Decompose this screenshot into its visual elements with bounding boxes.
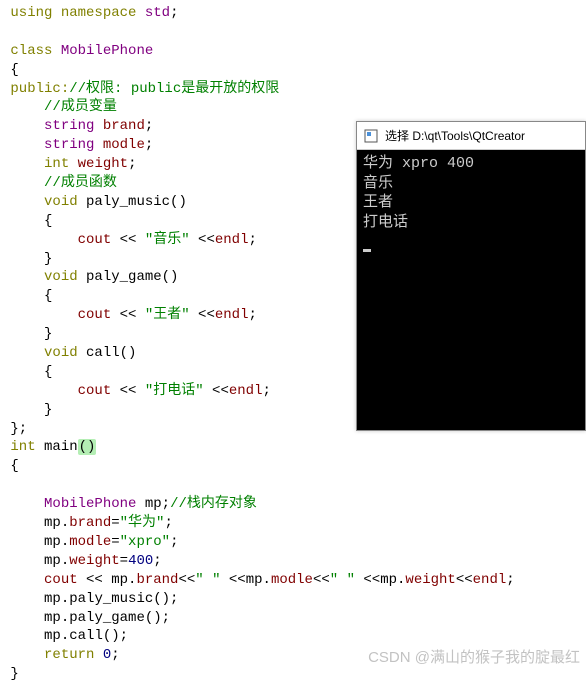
code-line: } xyxy=(2,665,584,684)
code-line: return 0; xyxy=(2,646,584,665)
code-line: mp.brand="华为"; xyxy=(2,514,584,533)
code-line: int main() xyxy=(2,438,584,457)
code-line xyxy=(2,23,584,42)
code-line: mp.weight=400; xyxy=(2,552,584,571)
code-line: { xyxy=(2,457,584,476)
cursor xyxy=(363,249,371,252)
code-line: using namespace std; xyxy=(2,4,584,23)
code-line xyxy=(2,476,584,495)
console-output[interactable]: 华为 xpro 400 音乐 王者 打电话 xyxy=(357,150,585,430)
code-line: class MobilePhone xyxy=(2,42,584,61)
code-line: mp.paly_music(); xyxy=(2,590,584,609)
code-line: mp.call(); xyxy=(2,627,584,646)
code-line: mp.modle="xpro"; xyxy=(2,533,584,552)
titlebar[interactable]: 选择 D:\qt\Tools\QtCreator xyxy=(357,122,585,150)
code-line: public://权限: public是最开放的权限 xyxy=(2,80,584,99)
code-line: { xyxy=(2,61,584,80)
console-title: 选择 D:\qt\Tools\QtCreator xyxy=(385,127,525,144)
code-line: MobilePhone mp;//栈内存对象 xyxy=(2,495,584,514)
app-icon xyxy=(363,128,379,144)
code-line: //成员变量 xyxy=(2,98,584,117)
code-line: mp.paly_game(); xyxy=(2,609,584,628)
console-window[interactable]: 选择 D:\qt\Tools\QtCreator 华为 xpro 400 音乐 … xyxy=(356,121,586,431)
code-line: cout << mp.brand<<" " <<mp.modle<<" " <<… xyxy=(2,571,584,590)
